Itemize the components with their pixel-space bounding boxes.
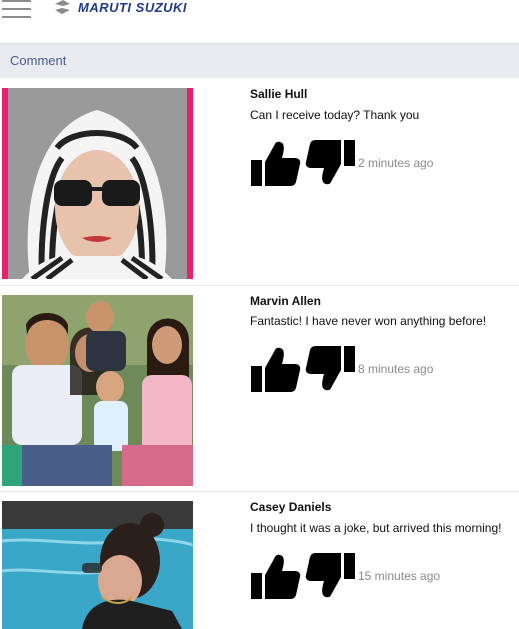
brand-logo[interactable]: MARUTI SUZUKI <box>54 0 188 15</box>
thumbs-up-icon[interactable] <box>251 553 301 599</box>
suzuki-logo-icon <box>55 0 70 14</box>
section-title: Comment <box>10 53 67 68</box>
divider <box>0 285 519 286</box>
commenter-photo <box>2 501 193 629</box>
comment-timestamp: 8 minutes ago <box>358 362 434 376</box>
thumbs-down-icon[interactable] <box>305 346 355 392</box>
thumbs-down-icon[interactable] <box>305 553 355 599</box>
comment-timestamp: 15 minutes ago <box>358 569 441 583</box>
comment-author[interactable]: Sallie Hull <box>250 87 307 101</box>
comment-author[interactable]: Marvin Allen <box>250 294 321 308</box>
brand-name: MARUTI SUZUKI <box>78 0 188 15</box>
comment-text: Fantastic! I have never won anything bef… <box>250 314 487 328</box>
comment-text: I thought it was a joke, but arrived thi… <box>250 521 502 535</box>
thumbs-up-icon[interactable] <box>251 346 301 392</box>
comment-timestamp: 2 minutes ago <box>358 156 434 170</box>
comment-reactions: 8 minutes ago <box>251 346 433 392</box>
comment-author[interactable]: Casey Daniels <box>250 500 331 514</box>
divider <box>0 491 519 492</box>
thumbs-up-icon[interactable] <box>251 140 301 186</box>
top-bar: MARUTI SUZUKI <box>0 0 519 44</box>
hamburger-menu-icon[interactable] <box>2 0 32 18</box>
comment-section-header: Comment <box>0 43 519 78</box>
comment-reactions: 15 minutes ago <box>251 553 440 599</box>
commenter-photo <box>2 88 193 279</box>
thumbs-down-icon[interactable] <box>305 140 355 186</box>
comment-reactions: 2 minutes ago <box>251 140 433 186</box>
comment-text: Can I receive today? Thank you <box>250 108 420 122</box>
commenter-photo <box>2 295 193 486</box>
